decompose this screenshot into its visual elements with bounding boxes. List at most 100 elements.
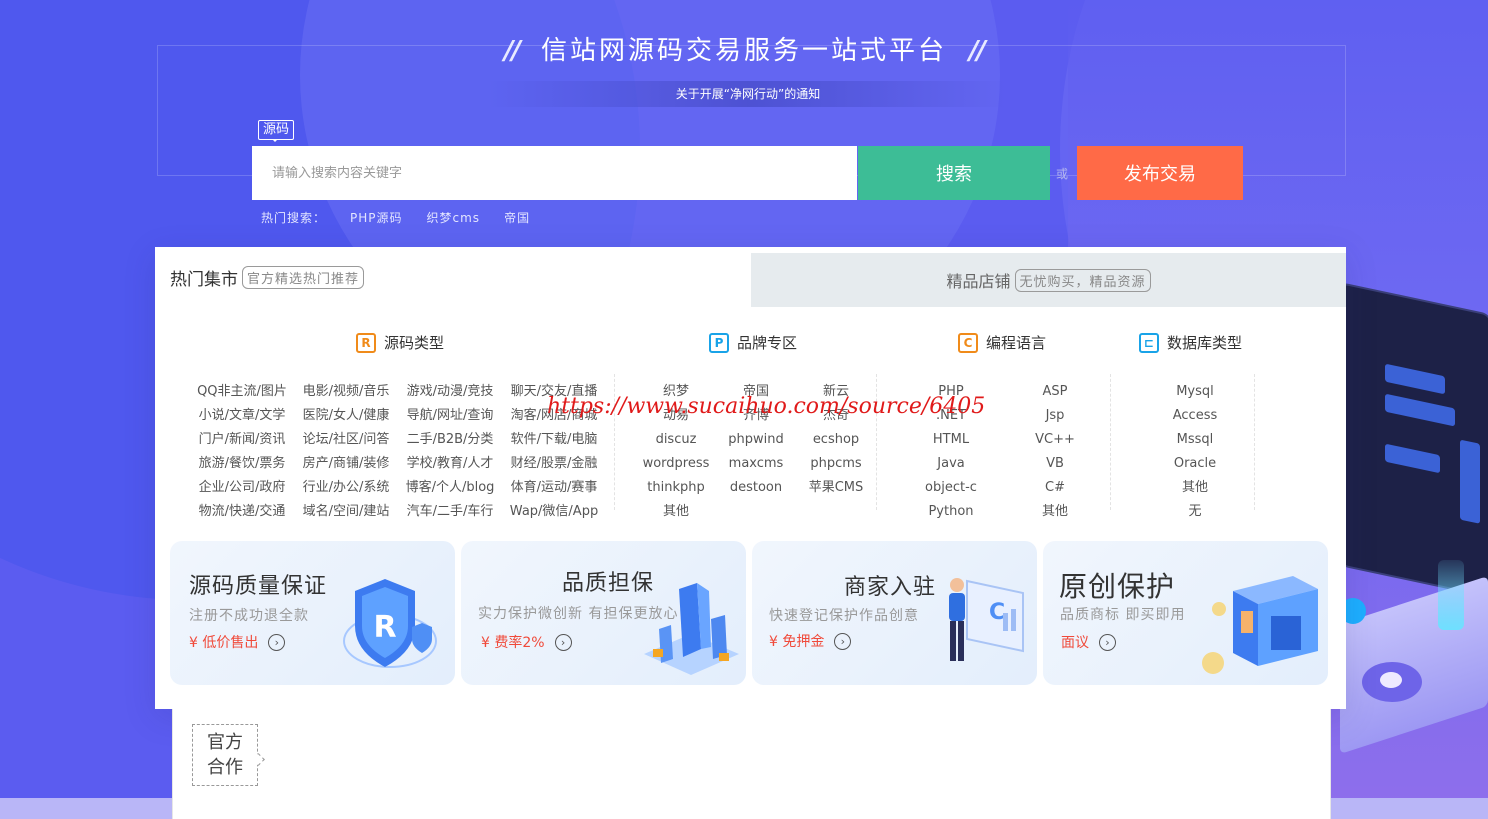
language-link[interactable]: VC++ — [1003, 432, 1107, 448]
arrow-right-icon: › — [1099, 633, 1116, 651]
source-type-link[interactable]: 二手/B2B/分类 — [398, 432, 502, 448]
source-type-link[interactable]: 论坛/社区/问答 — [294, 432, 398, 448]
database-link[interactable]: Mysql — [1150, 384, 1240, 400]
source-type-link[interactable]: 域名/空间/建站 — [294, 504, 398, 520]
publish-trade-button[interactable]: 发布交易 — [1077, 146, 1243, 200]
brand-zone-icon: P — [709, 332, 729, 353]
feature-card-original[interactable]: 原创保护 品质商标 即买即用 面议 › — [1043, 541, 1328, 685]
language-link[interactable]: object-c — [899, 480, 1003, 496]
card-subtitle: 注册不成功退全款 — [189, 608, 309, 624]
hot-search-term[interactable]: 织梦cms — [427, 209, 481, 226]
source-type-link[interactable]: 体育/运动/赛事 — [502, 480, 606, 496]
partner-label-line1: 官方 — [207, 732, 243, 753]
source-type-link[interactable]: 房产/商铺/装修 — [294, 456, 398, 472]
category-brand-header: P 品牌专区 — [709, 332, 797, 353]
brand-link[interactable]: thinkphp — [636, 480, 716, 496]
brand-link[interactable]: ecshop — [796, 432, 876, 448]
source-type-link[interactable]: Wap/微信/App — [502, 504, 606, 520]
site-title: // 信站网源码交易服务一站式平台 // — [0, 30, 1488, 67]
source-type-link[interactable]: 旅游/餐饮/票务 — [190, 456, 294, 472]
language-link[interactable]: Python — [899, 504, 1003, 520]
database-link[interactable]: Access — [1150, 408, 1240, 424]
card-title: 商家入驻 — [844, 575, 937, 600]
language-link[interactable]: Jsp — [1003, 408, 1107, 424]
feature-card-quality[interactable]: 源码质量保证 注册不成功退全款 ¥ 低价售出 › R — [170, 541, 455, 685]
category-title: 数据库类型 — [1167, 334, 1243, 352]
feature-card-merchant[interactable]: 商家入驻 快速登记保护作品创意 ¥ 免押金 › C — [752, 541, 1037, 685]
shop-store-icon — [1202, 576, 1318, 674]
brand-link[interactable]: 苹果CMS — [796, 480, 876, 496]
database-link[interactable]: Oracle — [1150, 456, 1240, 472]
brand-link[interactable]: phpwind — [716, 432, 796, 448]
source-type-link[interactable]: 学校/教育/人才 — [398, 456, 502, 472]
or-label: 或 — [1056, 167, 1069, 181]
source-type-link[interactable]: 导航/网址/查询 — [398, 408, 502, 424]
database-link[interactable]: 无 — [1150, 504, 1240, 520]
source-type-link[interactable]: 小说/文章/文学 — [190, 408, 294, 424]
database-link[interactable]: 其他 — [1150, 480, 1240, 496]
tab-premium-shops[interactable]: 精品店铺 无忧购买，精品资源 — [751, 253, 1346, 307]
card-link[interactable]: ¥ 费率2% › — [481, 632, 572, 652]
market-panel: 热门集市 官方精选热门推荐 精品店铺 无忧购买，精品资源 R 源码类型 P 品牌… — [155, 247, 1346, 709]
search-scope-selector[interactable]: 源码 — [258, 120, 295, 142]
source-type-grid: QQ非主流/图片 电影/视频/音乐 游戏/动漫/竞技 聊天/交友/直播 小说/文章/文学… — [190, 384, 606, 520]
card-link-text: ¥ 免押金 — [769, 634, 825, 650]
brand-link[interactable]: destoon — [716, 480, 796, 496]
category-title: 源码类型 — [384, 334, 445, 352]
brand-link[interactable]: 其他 — [636, 504, 716, 520]
source-type-link[interactable]: 博客/个人/blog — [398, 480, 502, 496]
source-type-link[interactable]: 软件/下载/电脑 — [502, 432, 606, 448]
divider — [1254, 374, 1255, 510]
brand-link[interactable]: discuz — [636, 432, 716, 448]
card-link-text: ¥ 费率2% — [481, 635, 545, 651]
notice-link[interactable]: 关于开展“净网行动”的通知 — [488, 81, 1008, 107]
hot-search-label: 热门搜索： — [261, 211, 327, 225]
decorative-dashboard-illustration — [1340, 284, 1488, 596]
tab-title: 热门集市 — [170, 269, 238, 290]
language-link[interactable]: Java — [899, 456, 1003, 472]
feature-card-guarantee[interactable]: 品质担保 实力保护微创新 有担保更放心 ¥ 费率2% › — [461, 541, 746, 685]
partner-section: 官方 合作 — [172, 709, 1331, 819]
language-link[interactable]: VB — [1003, 456, 1107, 472]
source-type-link[interactable]: 电影/视频/音乐 — [294, 384, 398, 400]
hot-search-term[interactable]: 帝国 — [504, 209, 530, 226]
category-title: 编程语言 — [986, 334, 1047, 352]
source-type-link[interactable]: 门户/新闻/资讯 — [190, 432, 294, 448]
source-type-link[interactable]: 汽车/二手/车行 — [398, 504, 502, 520]
language-link[interactable]: HTML — [899, 432, 1003, 448]
source-type-link[interactable]: 财经/股票/金融 — [502, 456, 606, 472]
brand-link — [716, 504, 796, 520]
brand-link[interactable]: phpcms — [796, 456, 876, 472]
source-type-link[interactable]: 物流/快递/交通 — [190, 504, 294, 520]
language-link[interactable]: 其他 — [1003, 504, 1107, 520]
card-link[interactable]: 面议 › — [1061, 632, 1116, 652]
source-type-link[interactable]: 行业/办公/系统 — [294, 480, 398, 496]
source-type-link[interactable]: 企业/公司/政府 — [190, 480, 294, 496]
partner-label-line2: 合作 — [207, 757, 243, 778]
card-link[interactable]: ¥ 免押金 › — [769, 631, 852, 651]
merchant-person-icon: C — [949, 578, 1024, 661]
brand-link[interactable]: wordpress — [636, 456, 716, 472]
source-type-link[interactable]: 医院/女人/健康 — [294, 408, 398, 424]
source-type-link[interactable]: 游戏/动漫/竞技 — [398, 384, 502, 400]
card-link[interactable]: ¥ 低价售出 › — [189, 632, 286, 652]
category-title: 品牌专区 — [737, 334, 798, 352]
watermark-url: https://www.sucaihuo.com/source/6405 — [547, 394, 986, 419]
hot-search-term[interactable]: PHP源码 — [350, 209, 403, 226]
hot-search-bar: 热门搜索： PHP源码 织梦cms 帝国 — [261, 209, 530, 226]
brand-link[interactable]: maxcms — [716, 456, 796, 472]
city-buildings-icon — [644, 583, 739, 675]
shield-r-icon: R — [343, 579, 437, 668]
search-input[interactable] — [252, 146, 857, 200]
card-title: 原创保护 — [1059, 570, 1176, 603]
database-link[interactable]: Mssql — [1150, 432, 1240, 448]
search-button[interactable]: 搜索 — [858, 146, 1050, 200]
language-link[interactable]: ASP — [1003, 384, 1107, 400]
database-grid: Mysql Access Mssql Oracle 其他无 — [1150, 384, 1240, 520]
database-type-icon: ⊏ — [1139, 332, 1159, 353]
programming-language-icon: C — [958, 332, 978, 353]
tab-hot-market[interactable]: 热门集市 官方精选热门推荐 — [155, 247, 751, 307]
language-link[interactable]: C# — [1003, 480, 1107, 496]
card-subtitle: 快速登记保护作品创意 — [769, 608, 919, 624]
source-type-link[interactable]: QQ非主流/图片 — [190, 384, 294, 400]
